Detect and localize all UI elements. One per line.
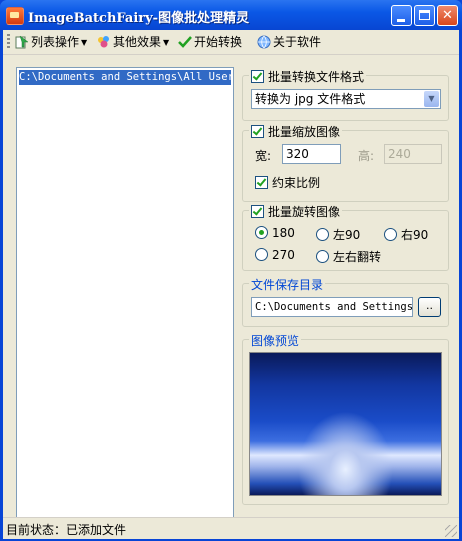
window-title: ImageBatchFairy-图像批处理精灵 [28, 11, 250, 26]
resize-grip-icon[interactable] [445, 525, 457, 537]
toolbar-grip[interactable] [7, 34, 10, 50]
toolbar-effects-button[interactable]: 其他效果 ▼ [97, 33, 169, 51]
resize-group-legend[interactable]: 批量缩放图像 [249, 123, 343, 140]
checkmark-icon [178, 36, 192, 48]
resize-group: 批量缩放图像 宽: 320 高: 240 约束比例 [242, 123, 449, 202]
status-text: 目前状态：已添加文件 [6, 523, 127, 537]
rotate-270-radio[interactable]: 270 [255, 248, 295, 262]
title-bar[interactable]: ImageBatchFairy-图像批处理精灵 [0, 0, 462, 30]
list-item[interactable]: C:\Documents and Settings\All Users [19, 70, 231, 85]
status-bar: 目前状态：已添加文件 [3, 517, 459, 539]
rotate-270-label: 270 [272, 248, 295, 262]
image-preview [249, 352, 442, 496]
radio-indicator[interactable] [384, 228, 397, 241]
chevron-down-icon: ▼ [81, 38, 88, 47]
browse-button[interactable]: .. [418, 297, 441, 317]
keep-ratio-checkbox[interactable] [255, 176, 268, 189]
toolbar-start-label: 开始转换 [194, 35, 243, 49]
effects-icon [98, 36, 109, 48]
format-group-legend[interactable]: 批量转换文件格式 [249, 68, 367, 85]
rotate-checkbox[interactable] [251, 205, 264, 218]
save-dir-group: 文件保存目录 C:\Documents and Settings\ .. [242, 276, 449, 327]
list-icon [15, 35, 29, 49]
rotate-group: 批量旋转图像 180 左90 右90 270 左右翻转 [242, 203, 449, 271]
radio-indicator[interactable] [316, 250, 329, 263]
format-select-value: 转换为 jpg 文件格式 [255, 92, 366, 106]
globe-icon [257, 35, 271, 49]
keep-ratio-option[interactable]: 约束比例 [255, 174, 320, 191]
rotate-right90-label: 右90 [401, 228, 429, 242]
format-group-label: 批量转换文件格式 [268, 70, 365, 84]
chevron-down-icon[interactable]: ▼ [424, 91, 439, 107]
flip-horizontal-radio[interactable]: 左右翻转 [316, 248, 381, 265]
resize-group-label: 批量缩放图像 [268, 125, 341, 139]
toolbar-about-button[interactable]: 关于软件 [257, 33, 321, 51]
toolbar-list-ops-label: 列表操作 [31, 35, 80, 49]
width-label: 宽: [255, 149, 272, 163]
rotate-left90-label: 左90 [333, 228, 361, 242]
app-window: ImageBatchFairy-图像批处理精灵 列表操作▼ 其他效果▼ [0, 0, 462, 541]
toolbar-start-button[interactable]: 开始转换 [178, 33, 242, 51]
rotate-right90-radio[interactable]: 右90 [384, 226, 428, 243]
save-dir-legend: 文件保存目录 [249, 276, 326, 293]
keep-ratio-label: 约束比例 [272, 176, 321, 190]
rotate-left90-radio[interactable]: 左90 [316, 226, 360, 243]
format-group: 批量转换文件格式 转换为 jpg 文件格式 ▼ [242, 68, 449, 121]
toolbar-about-label: 关于软件 [273, 35, 322, 49]
toolbar-list-ops-button[interactable]: 列表操作 ▼ [15, 33, 87, 51]
height-label: 高: [358, 149, 375, 163]
chevron-down-icon: ▼ [163, 38, 170, 47]
app-icon [6, 7, 24, 25]
format-select[interactable]: 转换为 jpg 文件格式 ▼ [251, 89, 441, 109]
preview-legend: 图像预览 [249, 332, 302, 349]
resize-checkbox[interactable] [251, 125, 264, 138]
rotate-180-radio[interactable]: 180 [255, 226, 295, 240]
height-input[interactable]: 240 [384, 144, 442, 164]
width-input[interactable]: 320 [282, 144, 341, 164]
radio-indicator[interactable] [255, 248, 268, 261]
radio-indicator[interactable] [316, 228, 329, 241]
flip-horizontal-label: 左右翻转 [333, 250, 382, 264]
minimize-button[interactable] [391, 5, 412, 26]
close-button[interactable] [437, 5, 458, 26]
rotate-group-label: 批量旋转图像 [268, 205, 341, 219]
toolbar: 列表操作 ▼ 其他效果 ▼ 开始转换 关于软件 [3, 30, 459, 55]
radio-indicator[interactable] [255, 226, 268, 239]
client-area: 列表操作 ▼ 其他效果 ▼ 开始转换 关于软件 C:\Documents and… [3, 30, 459, 539]
file-list[interactable]: C:\Documents and Settings\All Users [16, 67, 234, 535]
toolbar-effects-label: 其他效果 [113, 35, 162, 49]
rotate-group-legend[interactable]: 批量旋转图像 [249, 203, 343, 220]
format-checkbox[interactable] [251, 70, 264, 83]
maximize-button[interactable] [414, 5, 435, 26]
save-path-input[interactable]: C:\Documents and Settings\ [251, 297, 413, 317]
rotate-180-label: 180 [272, 226, 295, 240]
